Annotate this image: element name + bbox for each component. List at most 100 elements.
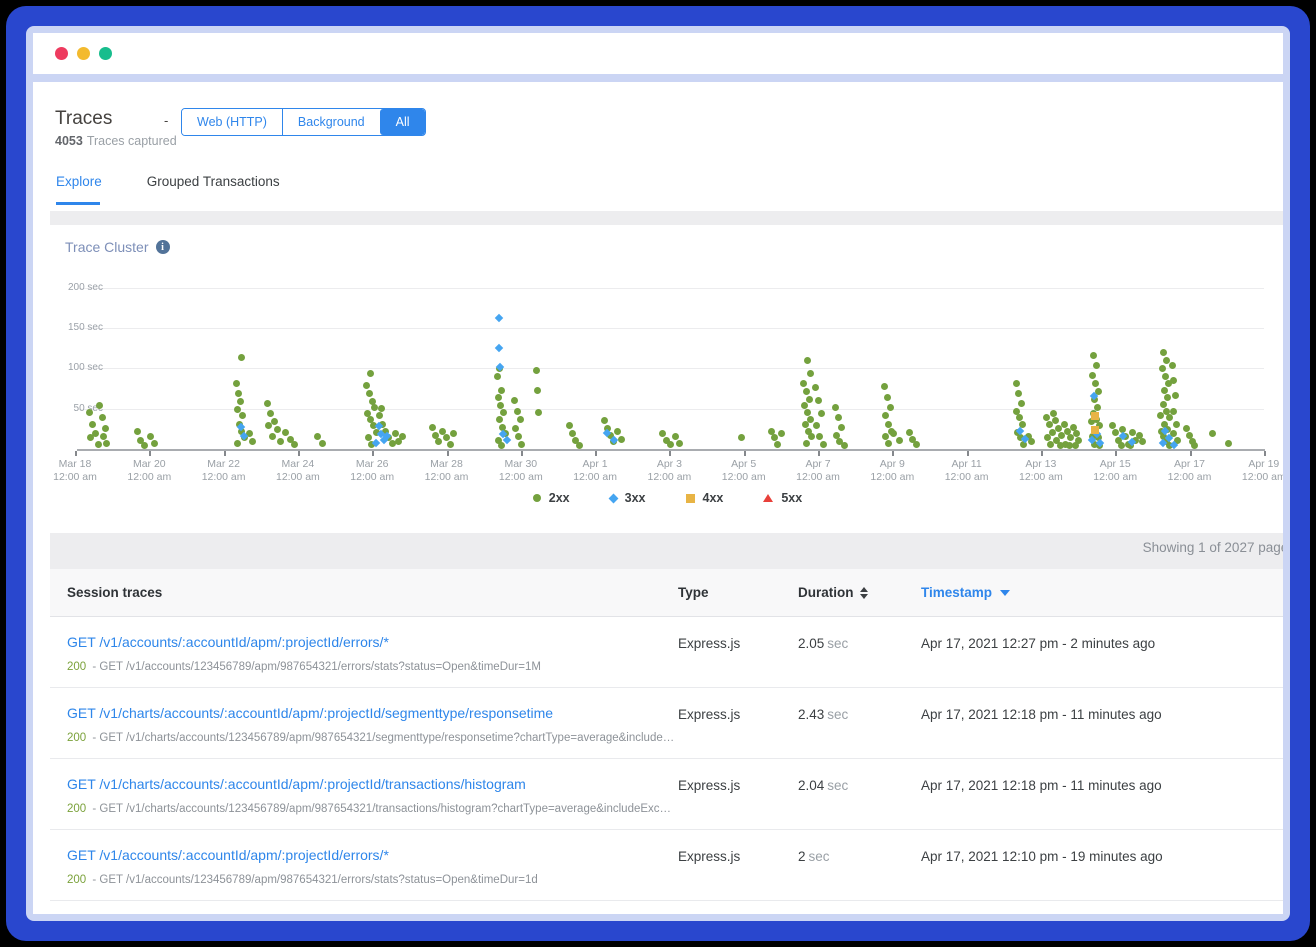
trace-point-2xx[interactable] [367, 370, 374, 377]
trace-point-2xx[interactable] [1170, 377, 1177, 384]
trace-point-2xx[interactable] [366, 390, 373, 397]
trace-point-2xx[interactable] [800, 380, 807, 387]
trace-point-2xx[interactable] [1159, 365, 1166, 372]
filter-button-web-http[interactable]: Web (HTTP) [182, 109, 282, 135]
trace-point-2xx[interactable] [269, 433, 276, 440]
filter-button-all[interactable]: All [380, 109, 425, 135]
trace-point-2xx[interactable] [264, 400, 271, 407]
trace-point-2xx[interactable] [265, 422, 272, 429]
trace-point-2xx[interactable] [534, 387, 541, 394]
trace-point-2xx[interactable] [1139, 438, 1146, 445]
trace-endpoint-link[interactable]: GET /v1/charts/accounts/:accountId/apm/:… [67, 776, 526, 792]
trace-point-2xx[interactable] [533, 367, 540, 374]
trace-point-2xx[interactable] [806, 396, 813, 403]
trace-point-2xx[interactable] [1013, 380, 1020, 387]
trace-point-2xx[interactable] [1015, 390, 1022, 397]
trace-point-2xx[interactable] [95, 441, 102, 448]
trace-point-2xx[interactable] [535, 409, 542, 416]
trace-point-2xx[interactable] [1157, 412, 1164, 419]
trace-point-2xx[interactable] [239, 412, 246, 419]
trace-point-2xx[interactable] [882, 412, 889, 419]
tab-explore[interactable]: Explore [56, 174, 102, 201]
trace-point-2xx[interactable] [87, 434, 94, 441]
trace-point-2xx[interactable] [1093, 362, 1100, 369]
trace-point-2xx[interactable] [1052, 417, 1059, 424]
trace-point-2xx[interactable] [1073, 430, 1080, 437]
trace-point-2xx[interactable] [1018, 400, 1025, 407]
trace-point-2xx[interactable] [1043, 414, 1050, 421]
column-header-duration[interactable]: Duration [798, 585, 868, 600]
trace-point-2xx[interactable] [392, 430, 399, 437]
trace-point-2xx[interactable] [813, 422, 820, 429]
trace-point-2xx[interactable] [804, 357, 811, 364]
trace-point-2xx[interactable] [738, 434, 745, 441]
trace-point-3xx[interactable] [494, 314, 502, 322]
trace-point-2xx[interactable] [1183, 425, 1190, 432]
trace-point-2xx[interactable] [319, 440, 326, 447]
trace-point-2xx[interactable] [1169, 362, 1176, 369]
trace-point-2xx[interactable] [99, 414, 106, 421]
trace-point-2xx[interactable] [237, 398, 244, 405]
trace-point-2xx[interactable] [1225, 440, 1232, 447]
trace-point-2xx[interactable] [896, 437, 903, 444]
legend-item-3xx[interactable]: 3xx [610, 491, 646, 505]
trace-point-2xx[interactable] [774, 441, 781, 448]
trace-point-2xx[interactable] [314, 433, 321, 440]
trace-point-2xx[interactable] [399, 433, 406, 440]
trace-point-2xx[interactable] [517, 416, 524, 423]
legend-item-2xx[interactable]: 2xx [533, 491, 570, 505]
trace-point-2xx[interactable] [134, 428, 141, 435]
trace-point-2xx[interactable] [363, 382, 370, 389]
trace-point-2xx[interactable] [887, 404, 894, 411]
trace-point-2xx[interactable] [1172, 392, 1179, 399]
trace-point-2xx[interactable] [890, 430, 897, 437]
trace-point-2xx[interactable] [778, 430, 785, 437]
trace-point-2xx[interactable] [291, 441, 298, 448]
trace-point-4xx[interactable] [1091, 412, 1099, 420]
trace-point-2xx[interactable] [435, 438, 442, 445]
trace-point-2xx[interactable] [1160, 349, 1167, 356]
trace-point-2xx[interactable] [267, 410, 274, 417]
maximize-window-icon[interactable] [99, 47, 112, 60]
trace-endpoint-link[interactable]: GET /v1/accounts/:accountId/apm/:project… [67, 847, 389, 863]
trace-point-2xx[interactable] [1164, 394, 1171, 401]
trace-point-2xx[interactable] [812, 384, 819, 391]
trace-point-2xx[interactable] [447, 441, 454, 448]
legend-item-4xx[interactable]: 4xx [686, 491, 724, 505]
table-row[interactable]: GET /v1/accounts/:accountId/apm/:project… [50, 617, 1283, 688]
trace-point-2xx[interactable] [885, 421, 892, 428]
sort-icon[interactable] [860, 587, 868, 599]
trace-point-2xx[interactable] [913, 441, 920, 448]
trace-point-2xx[interactable] [1129, 429, 1136, 436]
trace-point-2xx[interactable] [86, 409, 93, 416]
trace-point-2xx[interactable] [618, 436, 625, 443]
trace-point-2xx[interactable] [378, 405, 385, 412]
tab-grouped-transactions[interactable]: Grouped Transactions [147, 174, 280, 201]
trace-point-2xx[interactable] [429, 424, 436, 431]
trace-point-2xx[interactable] [234, 440, 241, 447]
trace-point-2xx[interactable] [676, 440, 683, 447]
trace-point-4xx[interactable] [1091, 426, 1099, 434]
trace-point-2xx[interactable] [514, 408, 521, 415]
trace-point-2xx[interactable] [511, 397, 518, 404]
trace-point-2xx[interactable] [233, 380, 240, 387]
trace-point-2xx[interactable] [906, 429, 913, 436]
trace-point-2xx[interactable] [601, 417, 608, 424]
trace-point-2xx[interactable] [100, 433, 107, 440]
trace-point-2xx[interactable] [450, 430, 457, 437]
trace-endpoint-link[interactable]: GET /v1/accounts/:accountId/apm/:project… [67, 634, 389, 650]
trace-point-2xx[interactable] [667, 441, 674, 448]
trace-point-2xx[interactable] [885, 440, 892, 447]
trace-point-2xx[interactable] [803, 440, 810, 447]
trace-point-2xx[interactable] [816, 433, 823, 440]
trace-point-2xx[interactable] [1090, 352, 1097, 359]
trace-point-2xx[interactable] [371, 404, 378, 411]
filter-button-background[interactable]: Background [282, 109, 380, 135]
trace-point-2xx[interactable] [151, 440, 158, 447]
trace-point-2xx[interactable] [808, 433, 815, 440]
trace-point-2xx[interactable] [614, 428, 621, 435]
trace-point-2xx[interactable] [1209, 430, 1216, 437]
trace-point-2xx[interactable] [518, 441, 525, 448]
legend-item-5xx[interactable]: 5xx [763, 491, 802, 505]
trace-point-2xx[interactable] [512, 425, 519, 432]
